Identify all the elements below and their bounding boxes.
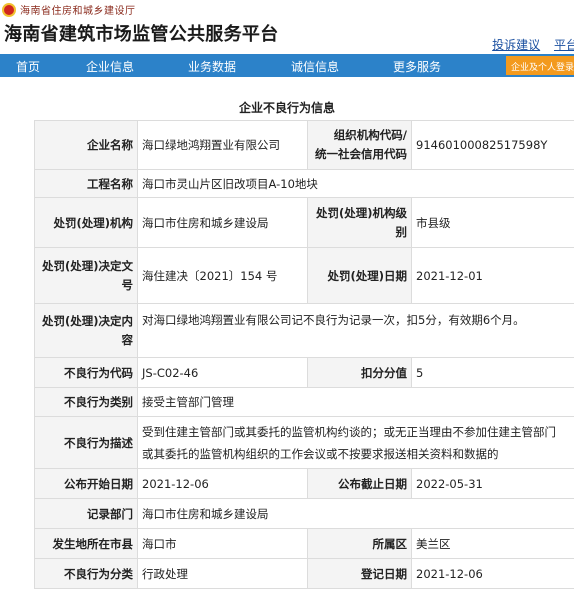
project-name-label: 工程名称 <box>35 170 138 198</box>
table-row: 处罚(处理)决定文号 海住建决〔2021〕154 号 处罚(处理)日期 2021… <box>35 248 574 304</box>
table-row: 不良行为代码 JS-C02-46 扣分分值 5 <box>35 358 574 388</box>
behavior-code-value: JS-C02-46 <box>138 358 308 388</box>
register-date-label: 登记日期 <box>308 559 412 589</box>
district-value: 美兰区 <box>412 529 574 559</box>
nav-company-info[interactable]: 企业信息 <box>86 58 134 75</box>
table-row: 不良行为类别 接受主管部门管理 <box>35 388 574 417</box>
publish-start-value: 2021-12-06 <box>138 469 308 499</box>
org-code-value: 91460100082517598Y <box>412 121 574 170</box>
main-nav: 首页 企业信息 业务数据 诚信信息 更多服务 企业及个人登录 <box>0 54 574 77</box>
decision-content-value: 对海口绿地鸿翔置业有限公司记不良行为记录一次，扣5分，有效期6个月。 <box>138 304 574 358</box>
table-row: 不良行为分类 行政处理 登记日期 2021-12-06 <box>35 559 574 589</box>
register-date-value: 2021-12-06 <box>412 559 574 589</box>
table-row: 工程名称 海口市灵山片区旧改项目A-10地块 <box>35 170 574 198</box>
login-button[interactable]: 企业及个人登录 <box>506 56 574 75</box>
org-code-label: 组织机构代码/统一社会信用代码 <box>308 121 412 170</box>
dept-name: 海南省住房和城乡建设厅 <box>20 2 136 17</box>
nav-business-data[interactable]: 业务数据 <box>188 58 236 75</box>
platform-link[interactable]: 平台 <box>554 38 574 52</box>
company-name-label: 企业名称 <box>35 121 138 170</box>
deduct-score-value: 5 <box>412 358 574 388</box>
project-name-value: 海口市灵山片区旧改项目A-10地块 <box>138 170 574 198</box>
penalty-level-label: 处罚(处理)机构级别 <box>308 198 412 248</box>
penalty-level-value: 市县级 <box>412 198 574 248</box>
deduct-score-label: 扣分分值 <box>308 358 412 388</box>
header-links: 投诉建议 平台 <box>482 36 574 53</box>
logo: 海南省住房和城乡建设厅 <box>2 2 136 17</box>
table-row: 发生地所在市县 海口市 所属区 美兰区 <box>35 529 574 559</box>
table-row: 公布开始日期 2021-12-06 公布截止日期 2022-05-31 <box>35 469 574 499</box>
penalty-org-value: 海口市住房和城乡建设局 <box>138 198 308 248</box>
nav-credit-info[interactable]: 诚信信息 <box>291 58 339 75</box>
nav-more-services[interactable]: 更多服务 <box>393 58 441 75</box>
decision-doc-label: 处罚(处理)决定文号 <box>35 248 138 304</box>
behavior-desc-value: 受到住建主管部门或其委托的监管机构约谈的；或无正当理由不参加住建主管部门或其委托… <box>138 417 574 469</box>
page-header: 海南省住房和城乡建设厅 海南省建筑市场监管公共服务平台 投诉建议 平台 <box>0 0 574 54</box>
behavior-code-label: 不良行为代码 <box>35 358 138 388</box>
site-title: 海南省建筑市场监管公共服务平台 <box>4 20 279 46</box>
company-name-value: 海口绿地鸿翔置业有限公司 <box>138 121 308 170</box>
behavior-category-value: 接受主管部门管理 <box>138 388 574 417</box>
emblem-icon <box>2 3 16 17</box>
penalty-date-label: 处罚(处理)日期 <box>308 248 412 304</box>
penalty-org-label: 处罚(处理)机构 <box>35 198 138 248</box>
table-row: 处罚(处理)决定内容 对海口绿地鸿翔置业有限公司记不良行为记录一次，扣5分，有效… <box>35 304 574 358</box>
record-dept-label: 记录部门 <box>35 499 138 529</box>
decision-content-label: 处罚(处理)决定内容 <box>35 304 138 358</box>
table-row: 处罚(处理)机构 海口市住房和城乡建设局 处罚(处理)机构级别 市县级 <box>35 198 574 248</box>
behavior-desc-label: 不良行为描述 <box>35 417 138 469</box>
location-city-value: 海口市 <box>138 529 308 559</box>
penalty-date-value: 2021-12-01 <box>412 248 574 304</box>
nav-home[interactable]: 首页 <box>16 58 40 75</box>
decision-doc-value: 海住建决〔2021〕154 号 <box>138 248 308 304</box>
record-dept-value: 海口市住房和城乡建设局 <box>138 499 574 529</box>
behavior-category-label: 不良行为类别 <box>35 388 138 417</box>
detail-table: 企业名称 海口绿地鸿翔置业有限公司 组织机构代码/统一社会信用代码 914601… <box>34 120 574 589</box>
table-row: 不良行为描述 受到住建主管部门或其委托的监管机构约谈的；或无正当理由不参加住建主… <box>35 417 574 469</box>
complaint-link[interactable]: 投诉建议 <box>492 38 540 52</box>
table-row: 企业名称 海口绿地鸿翔置业有限公司 组织机构代码/统一社会信用代码 914601… <box>35 121 574 170</box>
publish-start-label: 公布开始日期 <box>35 469 138 499</box>
publish-end-label: 公布截止日期 <box>308 469 412 499</box>
behavior-class-label: 不良行为分类 <box>35 559 138 589</box>
section-title: 企业不良行为信息 <box>0 99 574 116</box>
table-row: 记录部门 海口市住房和城乡建设局 <box>35 499 574 529</box>
publish-end-value: 2022-05-31 <box>412 469 574 499</box>
behavior-class-value: 行政处理 <box>138 559 308 589</box>
location-city-label: 发生地所在市县 <box>35 529 138 559</box>
district-label: 所属区 <box>308 529 412 559</box>
